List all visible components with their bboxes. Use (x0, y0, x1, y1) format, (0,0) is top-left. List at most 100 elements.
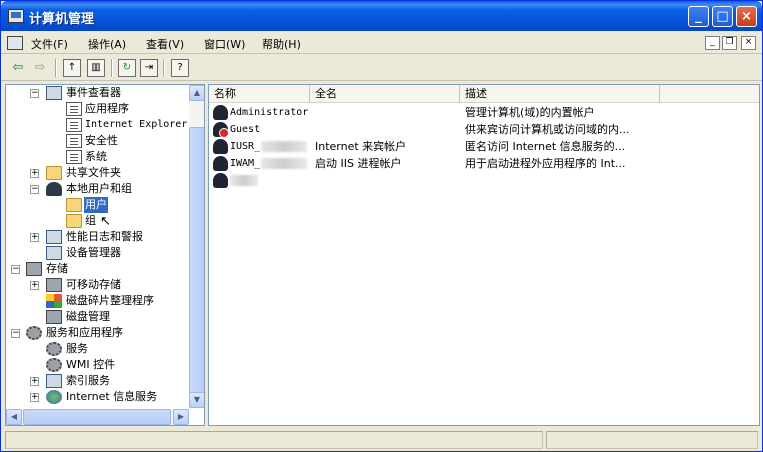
user-description: 管理计算机(域)的内置帐户 (465, 106, 595, 119)
tree-item-label: Internet Explorer (85, 119, 188, 130)
tree-item-label: 系统 (85, 150, 107, 163)
toolbar-separator (111, 59, 113, 77)
storage-icon (26, 262, 42, 276)
tree-item-storage[interactable]: − 存储 (6, 261, 189, 277)
log-icon (66, 102, 82, 116)
tree-item-services-applications[interactable]: − 服务和应用程序 (6, 325, 189, 341)
tree-vertical-scrollbar[interactable]: ▲ ▼ (189, 85, 204, 408)
tree-item-disk-defragmenter[interactable]: 磁盘碎片整理程序 (6, 293, 189, 309)
tree-item-system-log[interactable]: 系统 (6, 149, 189, 165)
users-list[interactable]: 名称 全名 描述 Administrator 管理计算机(域)的内置帐户 Gue… (208, 84, 760, 426)
expand-icon[interactable]: + (30, 233, 39, 242)
column-header-description[interactable]: 描述 (460, 85, 660, 103)
tree-item-disk-management[interactable]: 磁盘管理 (6, 309, 189, 325)
tree-horizontal-scrollbar[interactable]: ◀ ▶ (6, 409, 189, 425)
expand-icon[interactable]: + (30, 281, 39, 290)
collapse-icon[interactable]: − (11, 329, 20, 338)
tree-item-users[interactable]: 用户 (6, 197, 189, 213)
expand-icon[interactable]: + (30, 377, 39, 386)
tree-item-label: 性能日志和警报 (66, 230, 143, 243)
menu-window[interactable]: 窗口(W) (204, 36, 245, 52)
table-row[interactable]: IWAM_ 启动 IIS 进程帐户 用于启动进程外应用程序的 Int... (209, 155, 759, 172)
scroll-right-arrow-icon[interactable]: ▶ (173, 409, 189, 425)
disk-management-icon (46, 310, 62, 324)
tree-item-label: 组 (85, 214, 96, 227)
redacted-text (230, 175, 258, 186)
column-header-name[interactable]: 名称 (209, 85, 310, 103)
minimize-button[interactable]: _ (688, 6, 709, 27)
tree-item-security-log[interactable]: 安全性 (6, 133, 189, 149)
tree-item-ie-log[interactable]: Internet Explorer (6, 117, 189, 133)
tree-item-performance-logs[interactable]: + 性能日志和警报 (6, 229, 189, 245)
tree-item-label: 索引服务 (66, 374, 110, 387)
maximize-button[interactable]: □ (712, 6, 733, 27)
toolbar: ⇦ ⇨ ↑ ▥ ↻ ⇥ ? (1, 55, 762, 81)
close-button[interactable]: × (736, 6, 757, 27)
column-header-fullname[interactable]: 全名 (310, 85, 460, 103)
scroll-up-arrow-icon[interactable]: ▲ (189, 85, 204, 101)
tree-item-event-viewer[interactable]: − 事件查看器 (6, 85, 189, 101)
child-restore-button[interactable]: ❐ (722, 36, 737, 50)
user-name: Administrator (230, 107, 309, 118)
scroll-left-arrow-icon[interactable]: ◀ (6, 409, 22, 425)
forward-arrow-icon[interactable]: ⇨ (31, 59, 49, 77)
tree-item-label: 本地用户和组 (66, 182, 132, 195)
disabled-user-icon (213, 122, 229, 138)
tree-item-iis[interactable]: + Internet 信息服务 (6, 389, 189, 405)
collapse-icon[interactable]: − (30, 89, 39, 98)
help-icon[interactable]: ? (171, 59, 189, 77)
vertical-scroll-thumb[interactable] (189, 127, 204, 393)
refresh-icon[interactable]: ↻ (118, 59, 136, 77)
child-close-button[interactable]: × (741, 36, 756, 50)
tree-item-application-log[interactable]: 应用程序 (6, 101, 189, 117)
defragmenter-icon (46, 294, 62, 308)
tree-item-services[interactable]: 服务 (6, 341, 189, 357)
tree-item-indexing-service[interactable]: + 索引服务 (6, 373, 189, 389)
column-header-filler (660, 85, 759, 103)
console-tree[interactable]: − 事件查看器 应用程序 Internet Explorer 安全性 系统 + … (5, 84, 205, 426)
computer-management-window: 计算机管理 _ □ × 文件(F) 操作(A) 查看(V) 窗口(W) 帮助(H… (0, 0, 763, 452)
child-minimize-button[interactable]: _ (705, 36, 720, 50)
tree-item-wmi-control[interactable]: WMI 控件 (6, 357, 189, 373)
table-row[interactable]: IUSR_ Internet 来宾帐户 匿名访问 Internet 信息服务的.… (209, 138, 759, 155)
table-row[interactable] (209, 172, 759, 189)
menu-action[interactable]: 操作(A) (88, 36, 126, 52)
expand-icon[interactable]: + (30, 169, 39, 178)
tree-item-removable-storage[interactable]: + 可移动存储 (6, 277, 189, 293)
table-row[interactable]: Guest 供来宾访问计算机或访问域的内... (209, 121, 759, 138)
tree-item-local-users-groups[interactable]: − 本地用户和组 (6, 181, 189, 197)
show-hide-tree-icon[interactable]: ▥ (87, 59, 105, 77)
table-row[interactable]: Administrator 管理计算机(域)的内置帐户 (209, 104, 759, 121)
removable-storage-icon (46, 278, 62, 292)
user-fullname: 启动 IIS 进程帐户 (315, 157, 402, 170)
user-description: 匿名访问 Internet 信息服务的... (465, 140, 626, 153)
tree-item-label: 存储 (46, 262, 68, 275)
tree-item-shared-folders[interactable]: + 共享文件夹 (6, 165, 189, 181)
scroll-down-arrow-icon[interactable]: ▼ (189, 392, 204, 408)
tree-item-label: 磁盘碎片整理程序 (66, 294, 154, 307)
mmc-system-menu-icon[interactable] (7, 36, 23, 50)
title-bar[interactable]: 计算机管理 _ □ × (1, 1, 762, 31)
up-one-level-icon[interactable]: ↑ (63, 59, 81, 77)
status-bar (1, 429, 762, 451)
user-name: IWAM_ (230, 158, 261, 169)
iis-globe-icon (46, 390, 62, 404)
expand-icon[interactable]: + (30, 393, 39, 402)
user-name: IUSR_ (230, 141, 261, 152)
collapse-icon[interactable]: − (11, 265, 20, 274)
back-arrow-icon[interactable]: ⇦ (9, 59, 27, 77)
horizontal-scroll-thumb[interactable] (23, 409, 171, 425)
menu-file[interactable]: 文件(F) (31, 36, 68, 52)
export-list-icon[interactable]: ⇥ (140, 59, 158, 77)
tree-item-label: 应用程序 (85, 102, 129, 115)
menu-view[interactable]: 查看(V) (146, 36, 184, 52)
log-icon (66, 150, 82, 164)
folder-icon (66, 214, 82, 228)
collapse-icon[interactable]: − (30, 185, 39, 194)
mouse-cursor-icon: ↖ (100, 214, 111, 229)
menu-help[interactable]: 帮助(H) (262, 36, 301, 52)
tree-item-label: WMI 控件 (66, 358, 116, 371)
user-icon (213, 156, 228, 171)
tree-item-device-manager[interactable]: 设备管理器 (6, 245, 189, 261)
tree-item-groups[interactable]: 组 ↖ (6, 213, 189, 229)
